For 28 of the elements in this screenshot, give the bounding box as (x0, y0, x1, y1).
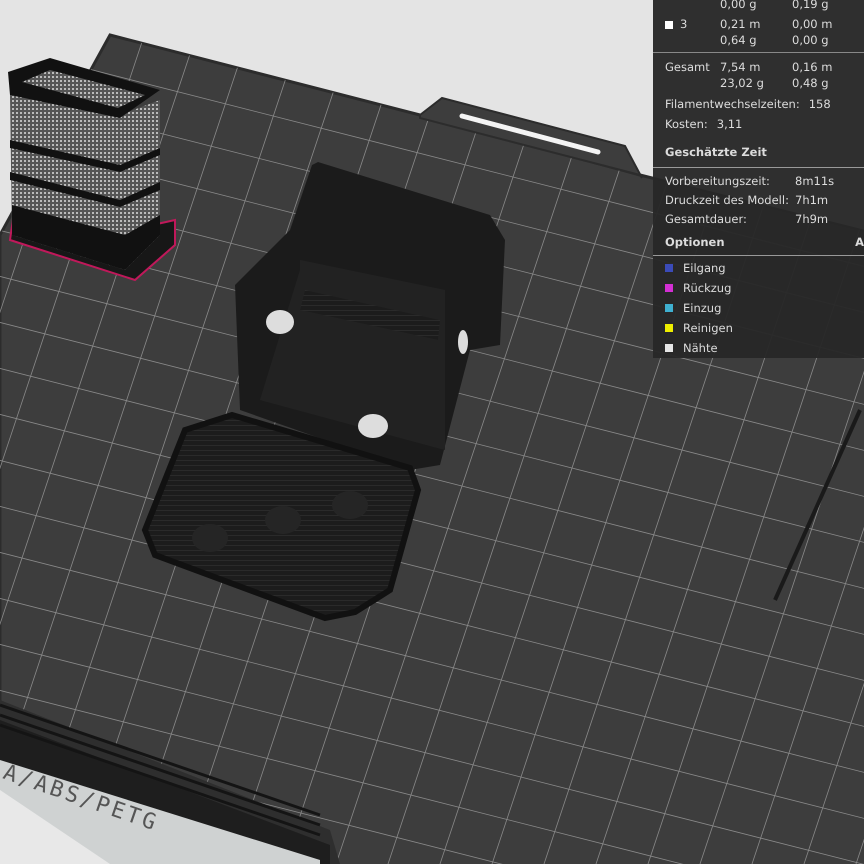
legend-label: Nähte (683, 340, 718, 357)
stat-label: Kosten: (665, 117, 708, 131)
time-label: Gesamtdauer: (665, 211, 748, 228)
stat-label: Filamentwechselzeiten: (665, 97, 800, 111)
legend-label: Einzug (683, 300, 722, 317)
usage-value: 23,02 g (720, 75, 765, 91)
section-heading: Optionen (665, 235, 725, 251)
usage-value: 0,00 m (792, 16, 834, 32)
usage-value: 0,21 m (720, 16, 762, 32)
legend-label: Reinigen (683, 320, 733, 337)
stat-value: 158 (808, 97, 831, 111)
stat-value: 3,11 (716, 117, 742, 131)
section-heading: Geschätzte Zeit (653, 145, 864, 168)
time-value: 7h9m (795, 211, 828, 228)
usage-value: 0,00 g (792, 32, 830, 48)
total-label: Gesamt (665, 60, 710, 74)
usage-value: 0,64 g (720, 32, 758, 48)
time-value: 7h1m (795, 192, 828, 209)
legend-label: Eilgang (683, 260, 726, 277)
filament-number: 3 (680, 17, 688, 31)
usage-value: 7,54 m (720, 59, 762, 75)
usage-value: 0,16 m (792, 59, 834, 75)
column-heading: A (855, 235, 864, 251)
legend-label: Rückzug (683, 280, 732, 297)
usage-value: 0,48 g (792, 75, 830, 91)
time-label: Vorbereitungszeit: (665, 173, 771, 190)
time-value: 8m11s (795, 173, 834, 190)
time-label: Druckzeit des Modell: (665, 192, 790, 209)
